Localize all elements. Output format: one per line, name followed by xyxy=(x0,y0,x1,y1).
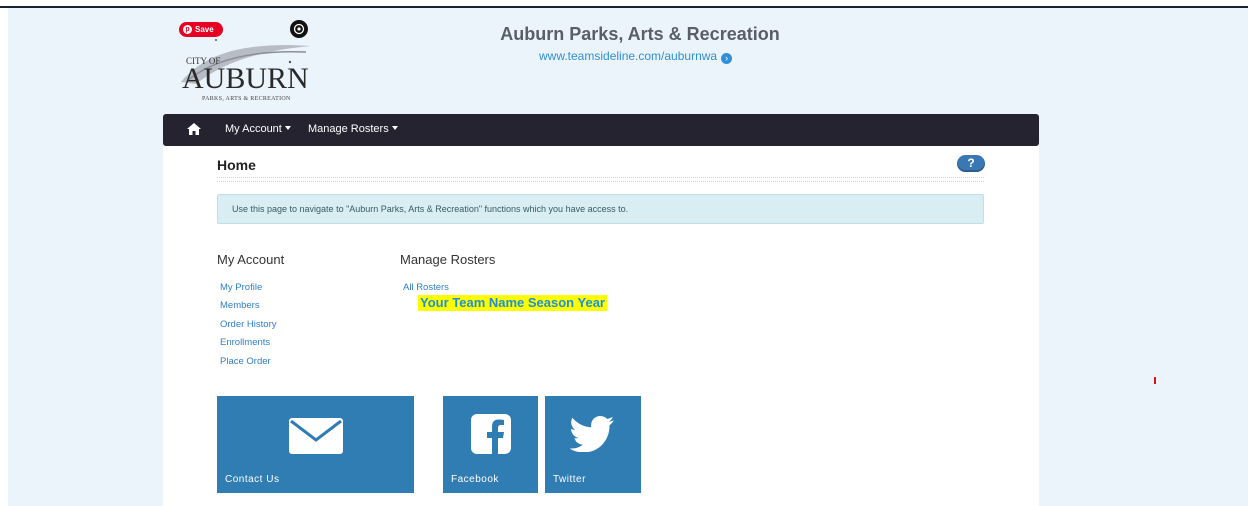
red-marker xyxy=(1154,377,1156,384)
envelope-icon xyxy=(289,418,343,454)
tile-facebook[interactable]: Facebook xyxy=(443,396,538,493)
link-my-profile[interactable]: My Profile xyxy=(220,282,262,293)
tile-twitter-label: Twitter xyxy=(553,474,586,485)
tile-contact-us-label: Contact Us xyxy=(225,474,280,485)
link-all-rosters[interactable]: All Rosters xyxy=(403,282,449,293)
caret-down-icon xyxy=(391,126,398,130)
logo-tagline: PARKS, ARTS & RECREATION xyxy=(202,96,291,102)
logo-name: AUBURN xyxy=(182,62,309,95)
site-url-text: www.teamsideline.com/auburnwa xyxy=(539,49,718,63)
nav-manage-rosters[interactable]: Manage Rosters xyxy=(308,123,398,135)
chevron-right-circle-icon: › xyxy=(721,53,733,64)
nav-my-account[interactable]: My Account xyxy=(225,123,291,135)
site-url-link[interactable]: www.teamsideline.com/auburnwa › xyxy=(539,49,733,64)
tile-facebook-label: Facebook xyxy=(451,474,499,485)
manage-rosters-heading: Manage Rosters xyxy=(400,252,496,267)
left-gutter xyxy=(0,8,8,506)
link-place-order[interactable]: Place Order xyxy=(220,356,271,367)
title-divider xyxy=(217,177,984,182)
tile-contact-us[interactable]: Contact Us xyxy=(217,396,414,493)
tile-twitter[interactable]: Twitter xyxy=(545,396,641,493)
site-title: Auburn Parks, Arts & Recreation xyxy=(500,24,780,44)
twitter-icon xyxy=(570,416,614,452)
main-navbar: My Account Manage Rosters xyxy=(163,114,1039,146)
team-name-annotation: Your Team Name Season Year xyxy=(418,295,607,311)
facebook-icon xyxy=(471,414,511,454)
info-message: Use this page to navigate to "Auburn Par… xyxy=(217,194,984,224)
nav-my-account-label: My Account xyxy=(225,123,282,135)
my-account-heading: My Account xyxy=(217,252,285,267)
home-icon[interactable] xyxy=(187,122,201,140)
link-members[interactable]: Members xyxy=(220,300,260,311)
link-enrollments[interactable]: Enrollments xyxy=(220,337,270,348)
nav-manage-rosters-label: Manage Rosters xyxy=(308,123,389,135)
link-order-history[interactable]: Order History xyxy=(220,319,276,330)
page-title: Home xyxy=(217,157,256,173)
help-button[interactable]: ? xyxy=(957,155,985,172)
caret-down-icon xyxy=(284,126,291,130)
